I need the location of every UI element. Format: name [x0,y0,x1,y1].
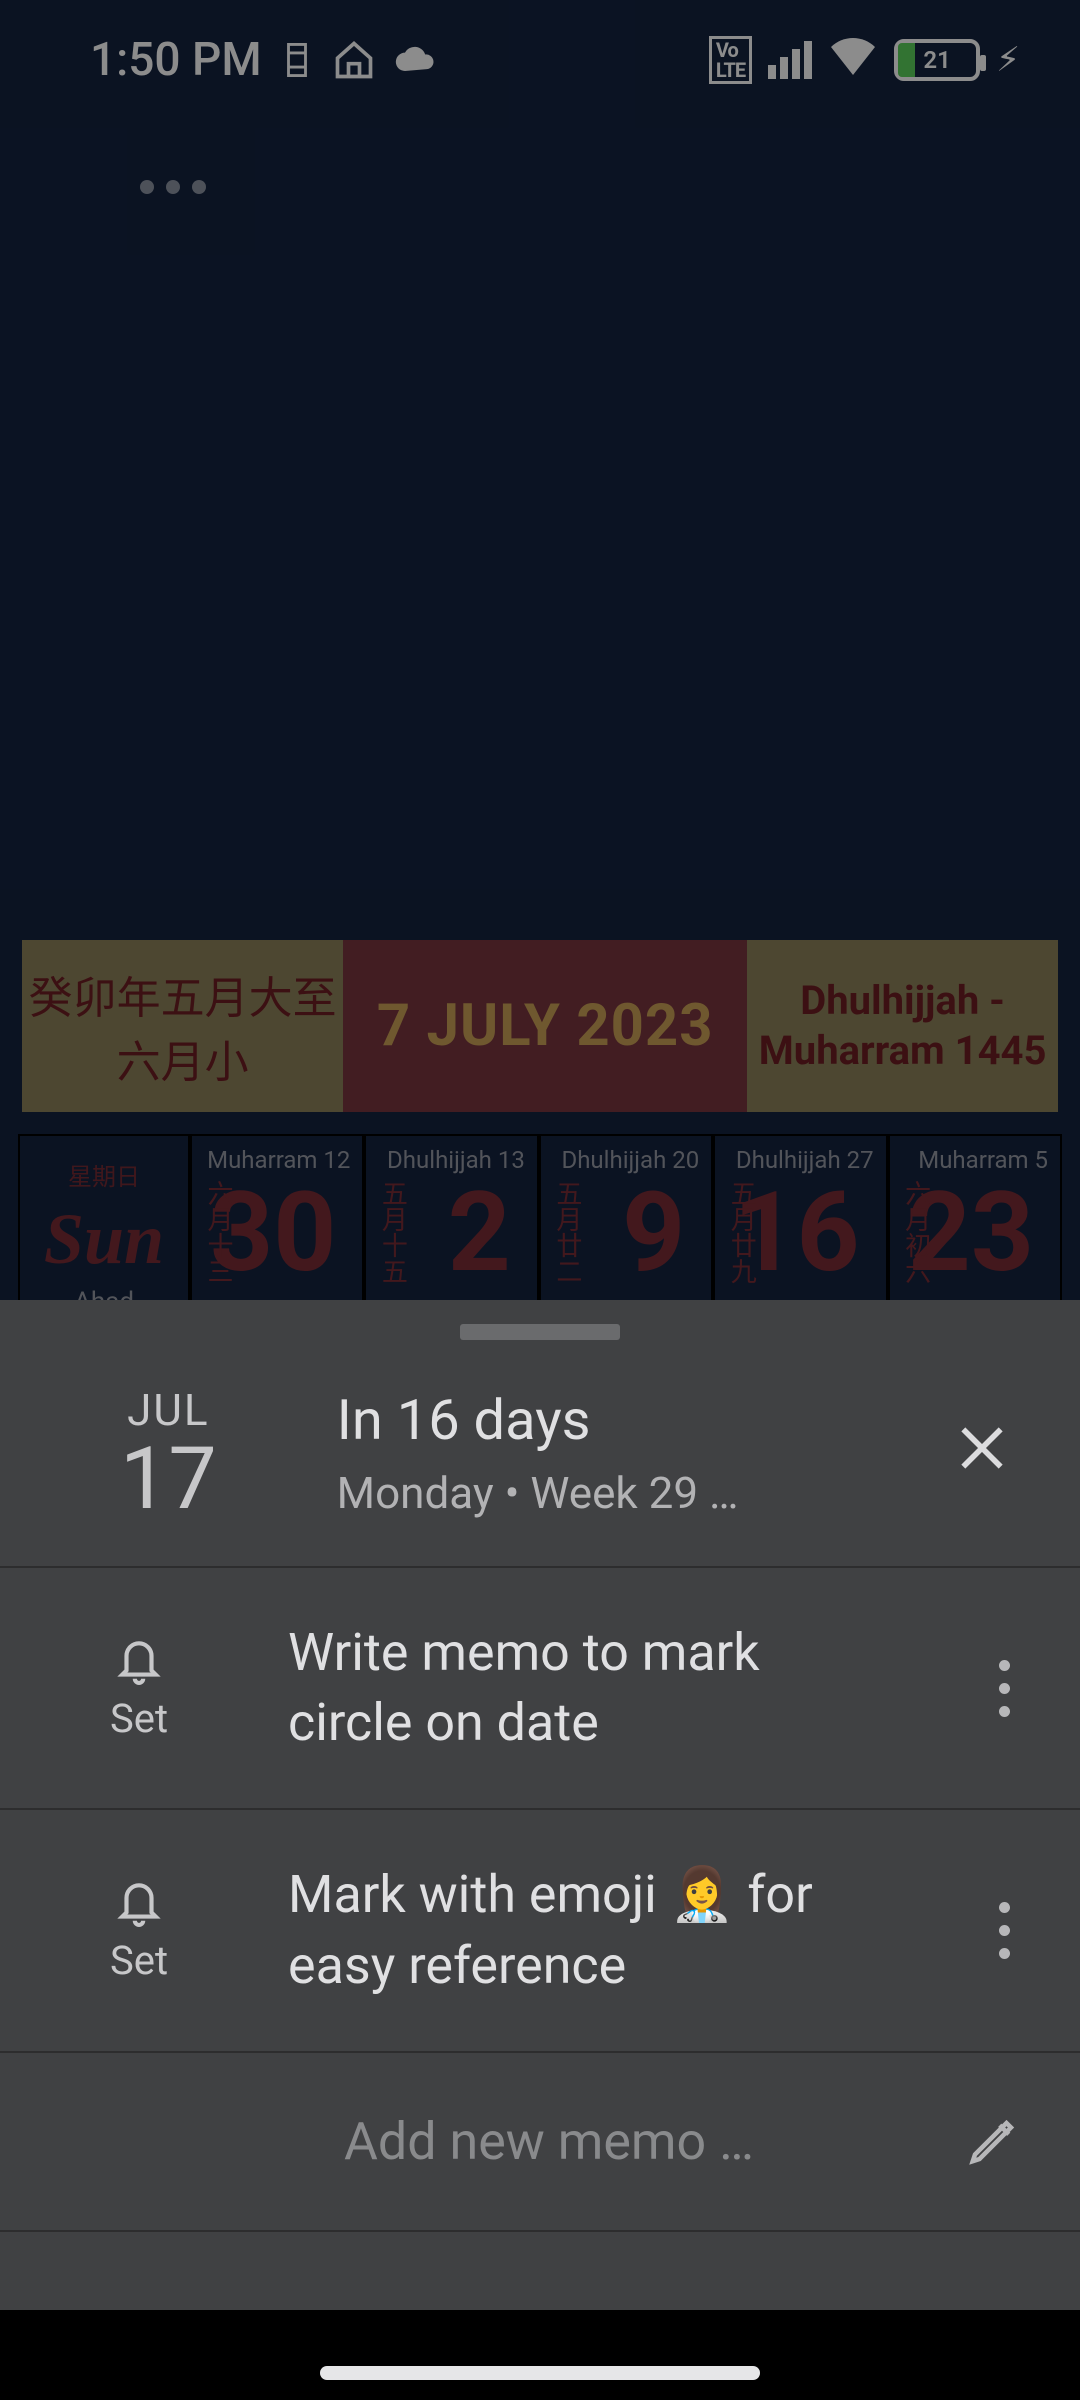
memo-text: Write memo to mark circle on date [288,1618,859,1758]
hijri-label: Dhulhijjah 27 [736,1146,874,1174]
reminder-toggle[interactable]: Set [110,1635,168,1742]
bell-icon [114,1635,164,1685]
cloud-icon [394,38,438,82]
status-bar: 1:50 PM VoLTE 21 ⚡︎ [0,0,1080,120]
hijri-label: Dhulhijjah 13 [387,1146,525,1174]
sheet-date: JUL 17 [120,1384,217,1522]
wifi-icon [828,33,878,87]
sheet-subtitle: Monday • Week 29 … [337,1467,934,1519]
signal-icon [768,41,812,79]
gesture-handle[interactable] [0,2366,1080,2380]
calendar-header: 癸卯年五月大至六月小 7 JULY 2023 Dhulhijjah - Muha… [22,940,1058,1112]
volte-icon: VoLTE [709,36,752,84]
screenshot-icon [280,40,314,80]
battery-icon: 21 [894,39,980,81]
memo-more-button[interactable] [979,1882,1030,1979]
lunar-label: 六月初六 [898,1180,935,1284]
reminder-toggle[interactable]: Set [110,1877,168,1984]
lunar-label: 六月十三 [200,1180,237,1284]
more-menu-button[interactable] [140,180,1080,194]
charging-icon: ⚡︎ [996,40,1020,80]
lunar-year-label: 癸卯年五月大至六月小 [22,940,343,1112]
current-date-label: 7 JULY 2023 [343,940,747,1112]
memo-item[interactable]: Set Mark with emoji 👩‍⚕️ for easy refere… [0,1810,1080,2052]
memo-text: Mark with emoji 👩‍⚕️ for easy reference [288,1860,859,2000]
pencil-icon [966,2114,1020,2168]
hijri-month-label: Dhulhijjah - Muharram 1445 [747,940,1058,1112]
lunar-label: 五月十五 [374,1180,411,1284]
sheet-relative-date: In 16 days [337,1387,934,1453]
sheet-drag-handle[interactable] [460,1324,620,1340]
status-time: 1:50 PM [90,33,262,87]
lunar-label: 五月廿九 [723,1180,760,1284]
memo-more-button[interactable] [979,1640,1030,1737]
add-memo-button[interactable]: Add new memo … [0,2053,1080,2232]
hijri-label: Muharram 12 [207,1146,350,1174]
hijri-label: Muharram 5 [918,1146,1048,1174]
home-icon [332,38,376,82]
gesture-nav-area [0,2310,1080,2400]
memo-bottom-sheet: JUL 17 In 16 days Monday • Week 29 … Set… [0,1300,1080,2400]
add-memo-label: Add new memo … [344,2111,966,2172]
close-button[interactable] [934,1392,1030,1514]
memo-item[interactable]: Set Write memo to mark circle on date [0,1568,1080,1810]
hijri-label: Dhulhijjah 20 [561,1146,699,1174]
bell-icon [114,1877,164,1927]
lunar-label: 五月廿二 [549,1180,586,1284]
